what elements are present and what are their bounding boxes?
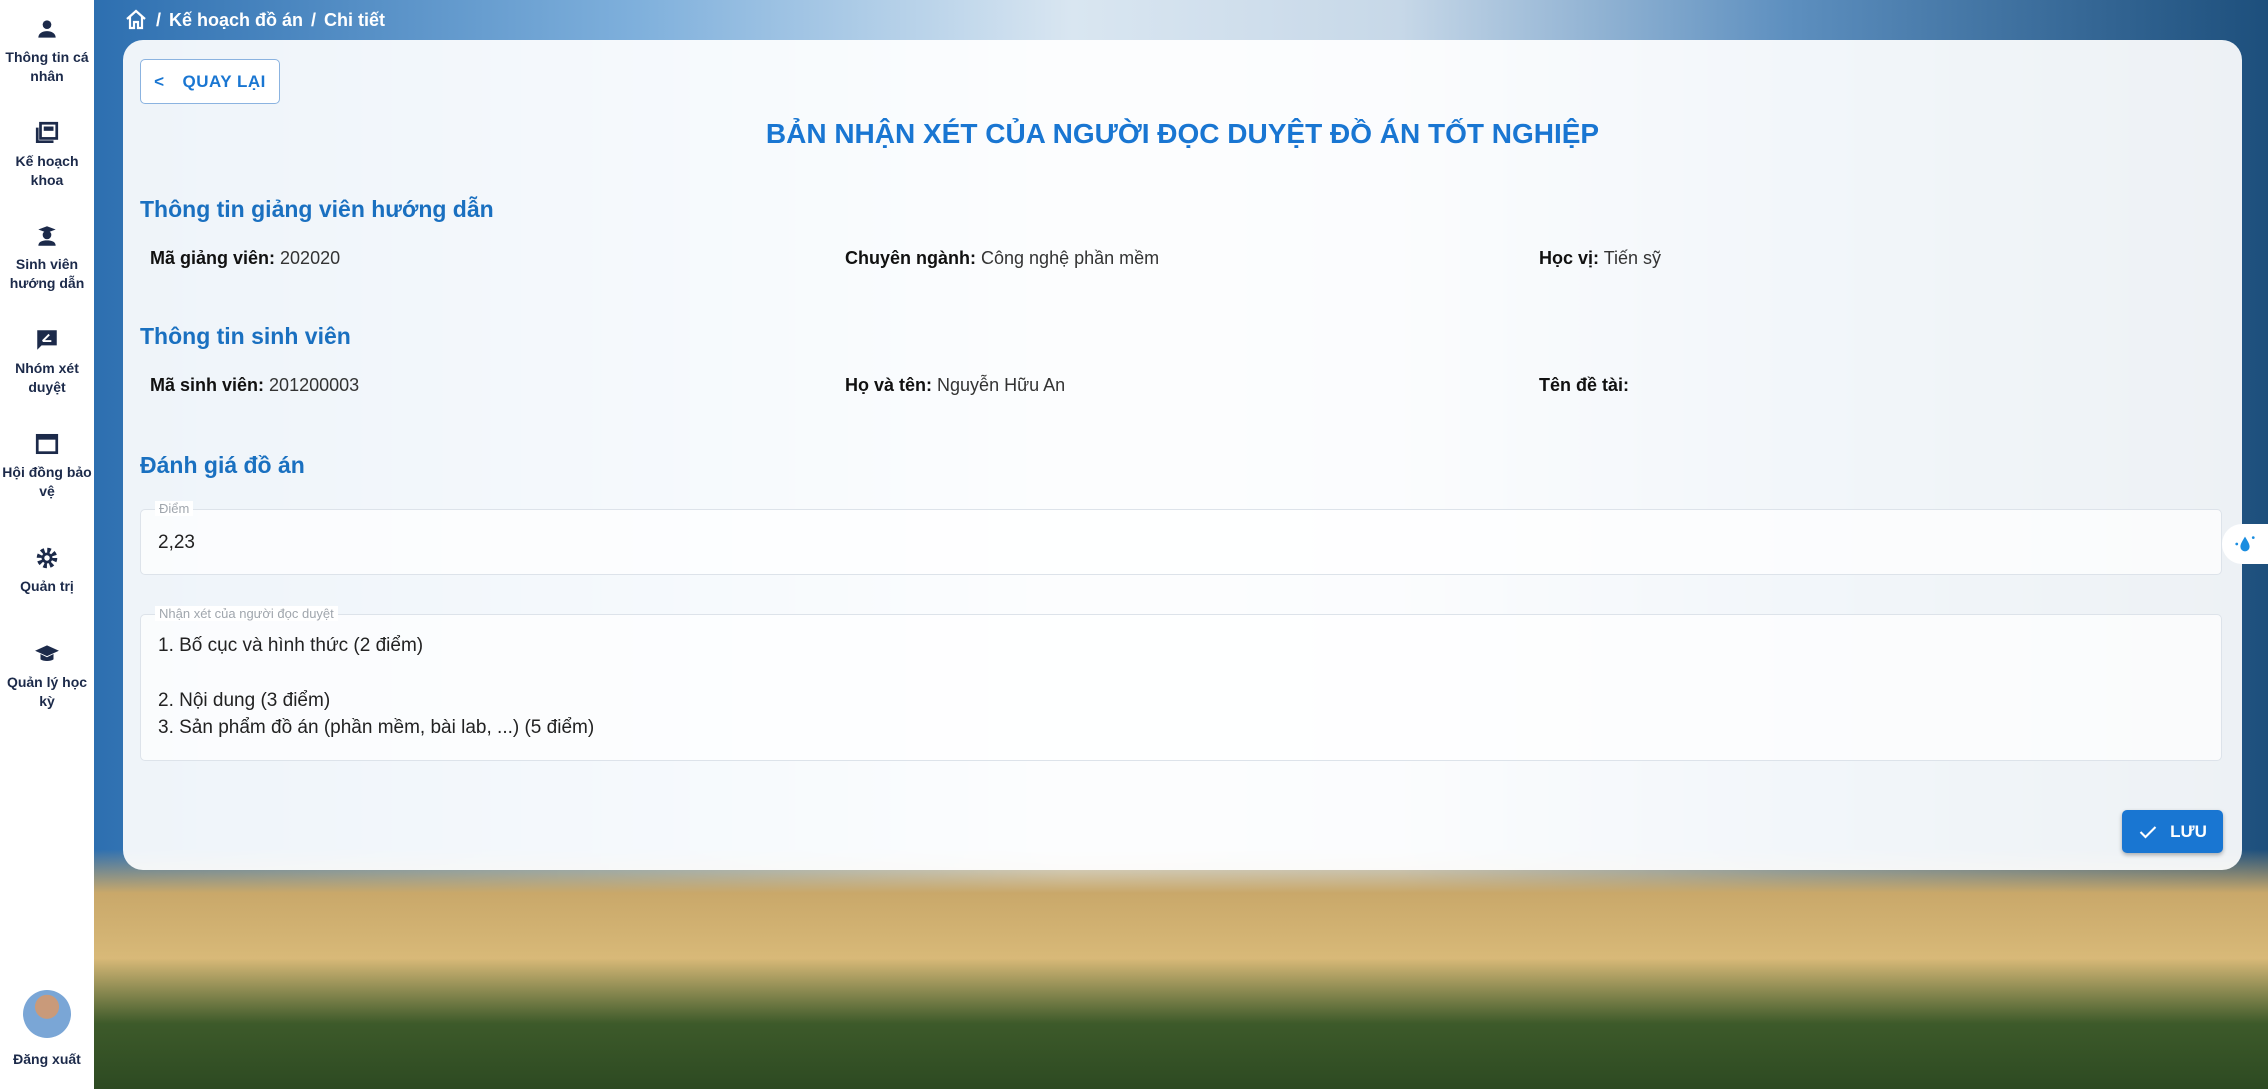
comment-line: 2. Nội dung (3 điểm)	[158, 690, 331, 711]
comment-line: 3. Sản phẩm đồ án (phần mềm, bài lab, ..…	[158, 717, 595, 738]
page-title: BẢN NHẬN XÉT CỦA NGƯỜI ĐỌC DUYỆT ĐỒ ÁN T…	[765, 118, 1600, 149]
sidebar-item-supervised-students[interactable]: Sinh viên hướng dẫn	[0, 223, 94, 293]
person-icon	[38, 20, 56, 38]
gear-icon	[36, 547, 58, 569]
logout-label: Đăng xuất	[13, 1051, 81, 1067]
sidebar-item-admin[interactable]: Quản trị	[0, 545, 94, 596]
score-value: 2,23	[158, 532, 195, 553]
avatar[interactable]	[23, 990, 71, 1038]
advisor-degree: Học vị: Tiến sỹ	[1539, 248, 1662, 268]
advisor-heading: Thông tin giảng viên hướng dẫn	[140, 196, 494, 222]
review-card: < QUAY LẠI BẢN NHẬN XÉT CỦA NGƯỜI ĐỌC DU…	[123, 40, 2242, 870]
score-label: Điểm	[155, 501, 194, 516]
score-input[interactable]: Điểm 2,23	[140, 501, 2222, 575]
sidebar-item-personal-info[interactable]: Thông tin cá nhân	[0, 16, 94, 86]
comment-line: 1. Bố cục và hình thức (2 điểm)	[158, 635, 424, 656]
evaluation-heading: Đánh giá đồ án	[140, 452, 305, 478]
back-label: QUAY LẠI	[182, 71, 266, 91]
sidebar-item-label: Kế hoạch khoa	[15, 153, 79, 188]
sidebar-item-label: Quản trị	[20, 578, 74, 594]
back-button[interactable]: < QUAY LẠI	[140, 59, 280, 104]
student-name: Họ và tên: Nguyễn Hữu An	[845, 375, 1066, 395]
droplet-icon	[2235, 536, 2255, 552]
window-icon	[35, 433, 59, 455]
sidebar-item-label: Quản lý học kỳ	[6, 674, 88, 709]
advisor-major: Chuyên ngành: Công nghệ phần mềm	[845, 248, 1160, 268]
sidebar-item-review-group[interactable]: Nhóm xét duyệt	[0, 327, 94, 397]
droplet-widget-button[interactable]	[2222, 524, 2268, 564]
comment-label: Nhận xét của người đọc duyệt	[155, 606, 338, 621]
breadcrumb: / Kế hoạch đồ án / Chi tiết	[124, 8, 385, 32]
chevron-left-icon: <	[154, 71, 165, 91]
sidebar: Thông tin cá nhân Kế hoạch khoa Sinh viê…	[0, 0, 94, 1089]
check-icon	[2139, 825, 2157, 838]
newspaper-icon	[35, 121, 59, 144]
home-icon[interactable]	[124, 8, 148, 32]
sidebar-item-label: Nhóm xét duyệt	[15, 360, 79, 395]
student-topic: Tên đề tài:	[1539, 375, 1630, 395]
comment-textarea[interactable]: Nhận xét của người đọc duyệt 1. Bố cục v…	[140, 606, 2222, 761]
sidebar-item-label: Thông tin cá nhân	[5, 49, 89, 84]
sidebar-item-label: Hội đồng bảo vệ	[2, 464, 92, 499]
breadcrumb-plan[interactable]: Kế hoạch đồ án	[169, 10, 303, 31]
sidebar-item-label: Sinh viên hướng dẫn	[9, 256, 85, 291]
logout-button[interactable]: Đăng xuất	[0, 1050, 94, 1069]
review-icon	[37, 330, 57, 350]
save-button[interactable]: LƯU	[2122, 810, 2223, 853]
breadcrumb-detail: Chi tiết	[324, 9, 386, 30]
student-icon	[38, 226, 56, 246]
student-id: Mã sinh viên: 201200003	[150, 375, 360, 395]
advisor-id: Mã giảng viên: 202020	[150, 248, 341, 268]
student-heading: Thông tin sinh viên	[140, 323, 351, 349]
sidebar-item-faculty-plan[interactable]: Kế hoạch khoa	[0, 120, 94, 190]
graduation-cap-icon	[35, 645, 59, 662]
sidebar-item-defense-council[interactable]: Hội đồng bảo vệ	[0, 431, 94, 501]
sidebar-item-semester-management[interactable]: Quản lý học kỳ	[0, 641, 94, 711]
save-label: LƯU	[2170, 821, 2207, 841]
